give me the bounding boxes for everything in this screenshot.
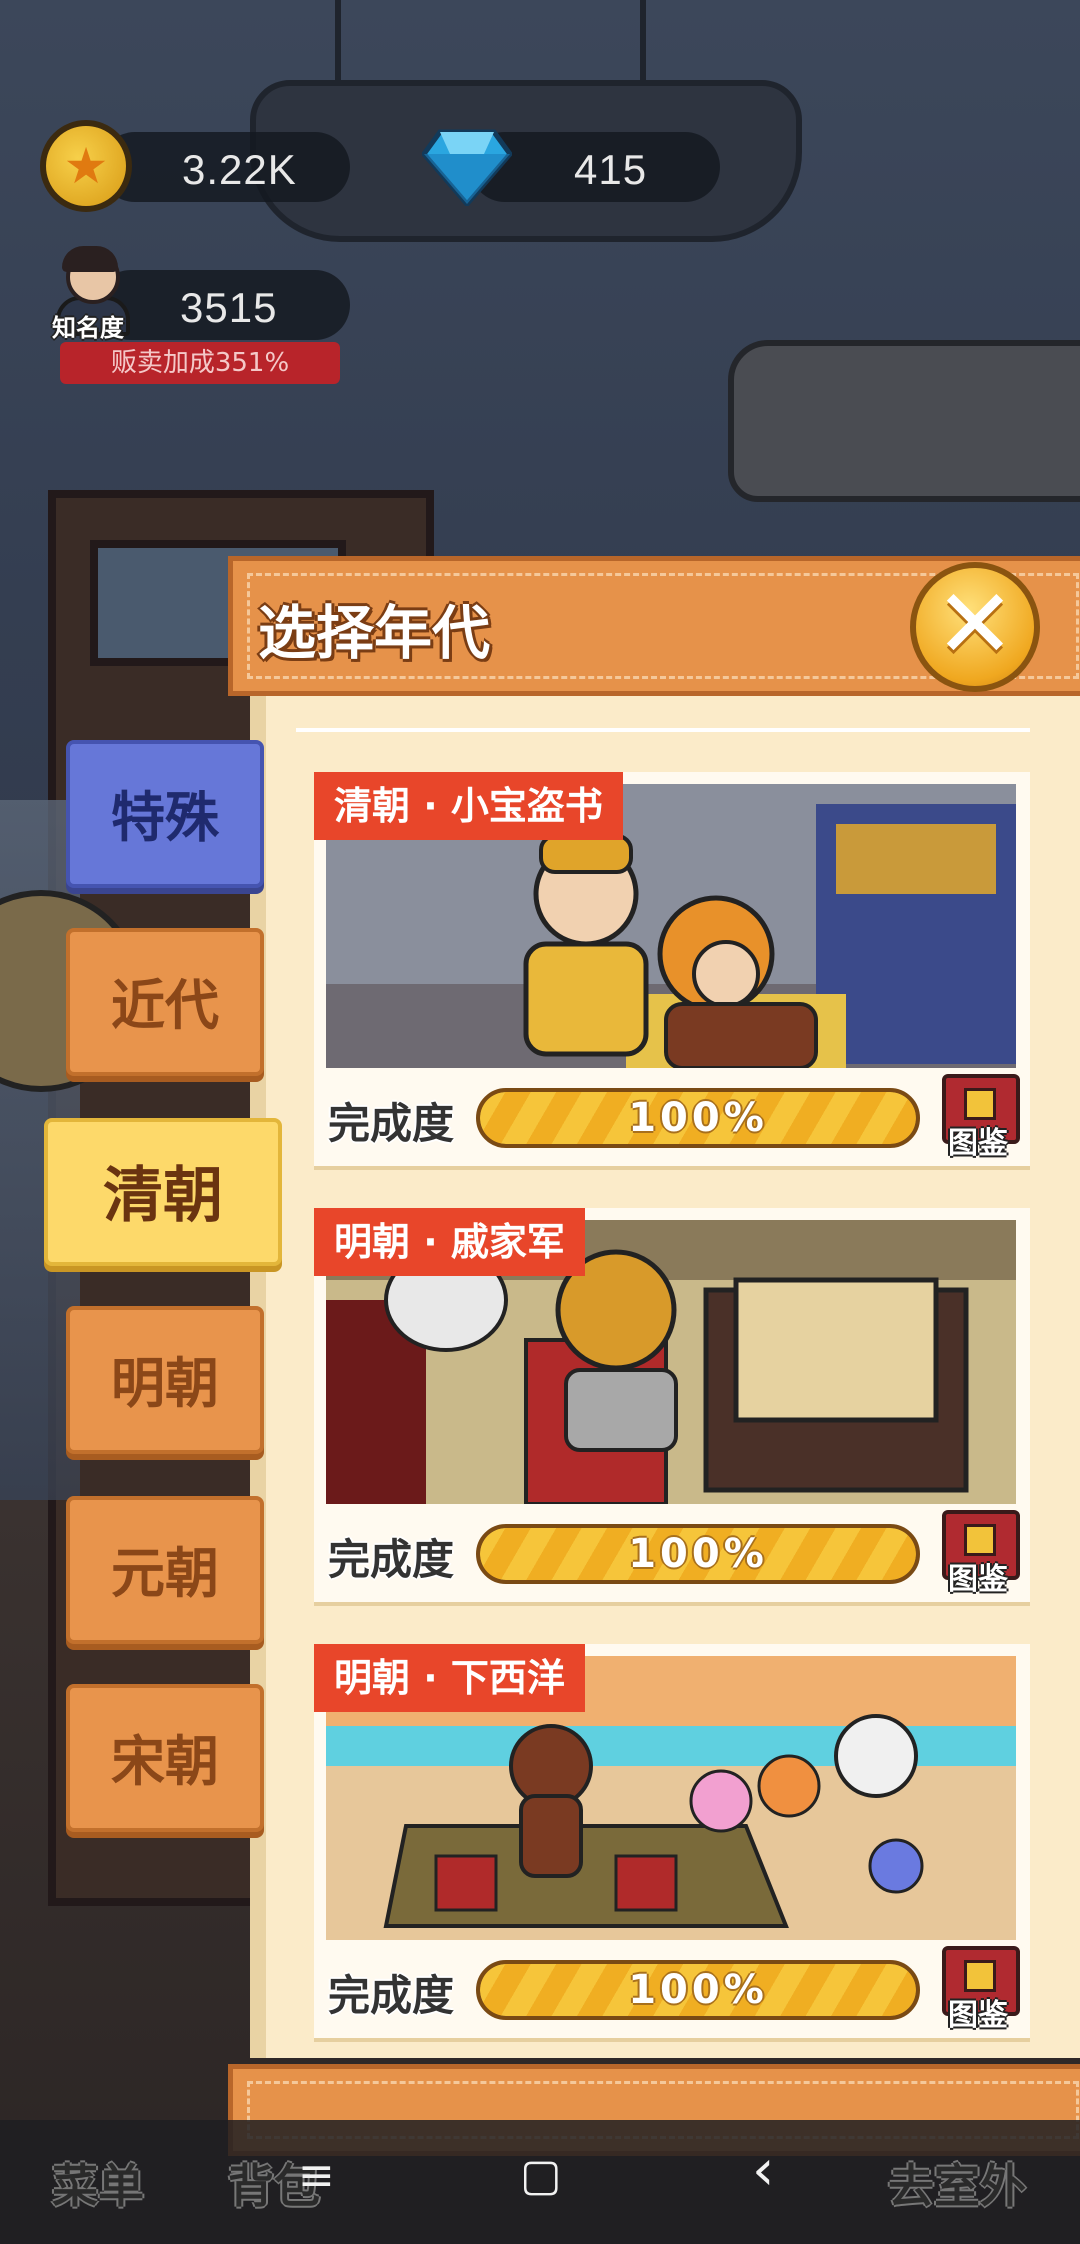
lamp-wire xyxy=(335,0,341,90)
card-tag: 清朝 · 小宝盗书 xyxy=(314,772,623,840)
menu-button[interactable]: 菜单 xyxy=(52,2150,144,2216)
card-tag: 明朝 · 下西洋 xyxy=(314,1644,585,1712)
encyclopedia-button[interactable]: 图鉴 xyxy=(936,1074,1020,1161)
air-conditioner xyxy=(728,340,1080,502)
progress-bar: 100% xyxy=(476,1524,920,1584)
progress-text: 100% xyxy=(628,1095,768,1141)
tab-ming[interactable]: 明朝 xyxy=(66,1306,264,1454)
coin-icon: ★ xyxy=(40,120,132,212)
progress-text: 100% xyxy=(628,1531,768,1577)
gem-amount: 415 xyxy=(574,146,648,193)
encyclopedia-button[interactable]: 图鉴 xyxy=(936,1946,1020,2033)
tab-qing[interactable]: 清朝 xyxy=(44,1118,282,1266)
progress-label: 完成度 xyxy=(328,1971,455,2020)
coin-amount: 3.22K xyxy=(182,146,297,193)
encyclopedia-button[interactable]: 图鉴 xyxy=(936,1510,1020,1597)
era-card[interactable]: 清朝 · 小宝盗书 完成度 100% 图鉴 xyxy=(314,772,1030,1166)
tab-yuan[interactable]: 元朝 xyxy=(66,1496,264,1644)
sales-bonus-badge: 贩卖加成351% xyxy=(60,342,340,384)
diamond-icon xyxy=(422,129,512,206)
modal-title: 选择年代 xyxy=(258,599,491,667)
recents-icon[interactable]: ≡ xyxy=(298,2150,335,2201)
encyclopedia-label: 图鉴 xyxy=(948,1562,1008,1597)
close-icon: ✕ xyxy=(934,568,1016,680)
divider xyxy=(296,728,1030,732)
fame-amount: 3515 xyxy=(180,284,278,331)
close-button[interactable]: ✕ xyxy=(910,562,1040,692)
back-icon[interactable]: ‹ xyxy=(752,2138,774,2203)
progress-bar: 100% xyxy=(476,1088,920,1148)
progress-bar: 100% xyxy=(476,1960,920,2020)
era-card[interactable]: 明朝 · 下西洋 完成度 100% 图鉴 xyxy=(314,1644,1030,2038)
home-icon[interactable]: ▢ xyxy=(520,2150,562,2201)
encyclopedia-label: 图鉴 xyxy=(948,1998,1008,2033)
tab-special[interactable]: 特殊 xyxy=(66,740,264,888)
go-outside-button[interactable]: 去室外 xyxy=(888,2150,1026,2216)
fame-label: 知名度 xyxy=(52,314,124,342)
progress-text: 100% xyxy=(628,1967,768,2013)
card-tag: 明朝 · 戚家军 xyxy=(314,1208,585,1276)
tab-song[interactable]: 宋朝 xyxy=(66,1684,264,1832)
era-card[interactable]: 明朝 · 戚家军 完成度 100% 图鉴 xyxy=(314,1208,1030,1602)
encyclopedia-label: 图鉴 xyxy=(948,1126,1008,1161)
tab-modern[interactable]: 近代 xyxy=(66,928,264,1076)
progress-label: 完成度 xyxy=(328,1535,455,1584)
lamp-wire xyxy=(640,0,646,90)
progress-label: 完成度 xyxy=(328,1099,455,1148)
